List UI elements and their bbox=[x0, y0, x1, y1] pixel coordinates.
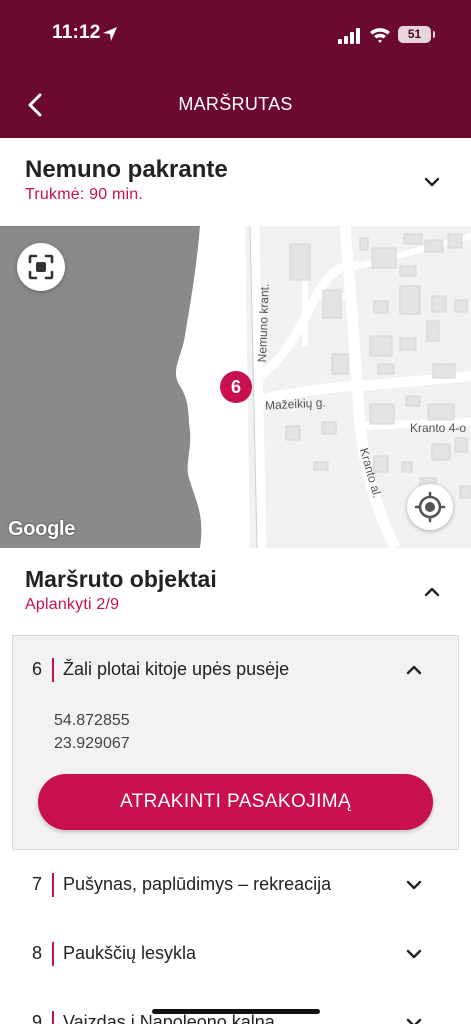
street-label-kranto4: Kranto 4-o bbox=[410, 421, 467, 435]
list-item[interactable]: 8 Paukščių lesykla bbox=[0, 924, 471, 984]
chevron-up-icon[interactable] bbox=[400, 656, 428, 684]
object-number: 9 bbox=[32, 1012, 43, 1024]
object-number: 8 bbox=[32, 943, 43, 963]
object-divider bbox=[52, 1011, 54, 1024]
unlock-story-button[interactable]: ATRAKINTI PASAKOJIMĄ bbox=[38, 774, 433, 830]
list-item[interactable]: 9 Vaizdas į Napoleono kalną bbox=[0, 992, 471, 1024]
chevron-down-icon[interactable] bbox=[400, 940, 428, 968]
object-latitude: 54.872855 bbox=[54, 712, 130, 729]
route-duration: Trukmė: 90 min. bbox=[25, 186, 143, 203]
wifi-icon bbox=[370, 28, 390, 43]
fullscreen-button[interactable] bbox=[17, 243, 65, 291]
route-map[interactable]: Nemuno krant. Mažeikių g. Kranto 4-o Kra… bbox=[0, 226, 471, 548]
map-marker[interactable]: 6 bbox=[220, 371, 252, 403]
app-header: 11:12 51 MARŠRUTAS bbox=[0, 0, 471, 138]
street-label-nemuno: Nemuno krant. bbox=[254, 283, 272, 363]
my-location-button[interactable] bbox=[407, 484, 453, 530]
object-label: Paukščių lesykla bbox=[63, 943, 197, 963]
object-divider bbox=[52, 873, 54, 897]
status-time: 11:12 bbox=[52, 22, 101, 43]
object-longitude: 23.929067 bbox=[54, 735, 130, 752]
home-indicator[interactable] bbox=[152, 1009, 320, 1014]
list-item[interactable]: 7 Pušynas, paplūdimys – rekreacija bbox=[0, 855, 471, 915]
google-logo: Google bbox=[8, 518, 76, 540]
object-label[interactable]: Žali plotai kitoje upės pusėje bbox=[63, 659, 289, 680]
signal-icon bbox=[338, 28, 360, 44]
chevron-down-icon[interactable] bbox=[418, 168, 446, 196]
objects-title: Maršruto objektai bbox=[25, 566, 217, 592]
object-label: Pušynas, paplūdimys – rekreacija bbox=[63, 874, 332, 894]
fullscreen-icon bbox=[28, 254, 54, 280]
route-title: Nemuno pakrante bbox=[25, 156, 228, 183]
battery-indicator: 51 bbox=[398, 26, 431, 43]
object-number: 6 bbox=[32, 659, 43, 679]
battery-cap bbox=[433, 31, 435, 38]
chevron-down-icon[interactable] bbox=[400, 871, 428, 899]
my-location-icon bbox=[414, 491, 446, 523]
page-title: MARŠRUTAS bbox=[178, 94, 293, 114]
objects-visited: Aplankyti 2/9 bbox=[25, 596, 120, 613]
location-arrow-icon bbox=[103, 27, 117, 41]
object-number: 7 bbox=[32, 874, 43, 894]
object-divider bbox=[52, 658, 54, 682]
object-divider bbox=[52, 942, 54, 966]
chevron-up-icon[interactable] bbox=[418, 578, 446, 606]
chevron-down-icon[interactable] bbox=[400, 1009, 428, 1024]
